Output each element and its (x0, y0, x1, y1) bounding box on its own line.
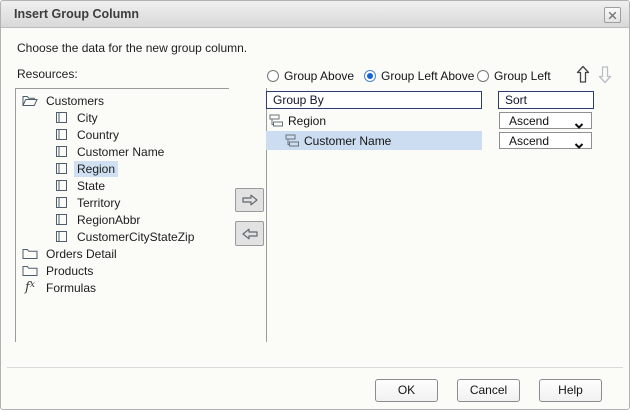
tree-item-label: CustomerCityStateZip (74, 229, 197, 245)
help-button[interactable]: Help (539, 379, 602, 402)
tree-item-label: Country (74, 127, 122, 143)
remove-group-button[interactable] (235, 221, 264, 246)
close-icon (608, 11, 617, 20)
column-icon (53, 111, 69, 124)
close-button[interactable] (604, 7, 621, 23)
folder-open-icon (22, 94, 38, 107)
tree-item-label: Territory (74, 195, 123, 211)
group-row-region[interactable]: Region (266, 111, 482, 130)
tree-item-country[interactable]: Country (16, 126, 229, 143)
column-header-sort: Sort (498, 91, 594, 109)
dialog-titlebar: Insert Group Column (1, 1, 629, 28)
radio-group-left-above[interactable]: Group Left Above (364, 69, 474, 83)
radio-group-above[interactable]: Group Above (267, 69, 354, 83)
column-icon (53, 145, 69, 158)
insert-group-column-dialog: Insert Group Column Choose the data for … (0, 0, 630, 410)
column-icon (53, 179, 69, 192)
tree-item-products[interactable]: Products (16, 262, 229, 279)
tree-item-customers[interactable]: Customers (16, 92, 229, 109)
group-icon (269, 114, 283, 127)
tree-item-territory[interactable]: Territory (16, 194, 229, 211)
group-row-label: Customer Name (304, 134, 391, 148)
sort-select-region[interactable]: Ascend (499, 112, 592, 129)
dialog-instruction: Choose the data for the new group column… (17, 41, 247, 55)
chevron-down-icon (574, 118, 584, 132)
tree-item-label: Orders Detail (43, 246, 120, 262)
tree-item-regionabbr[interactable]: RegionAbbr (16, 211, 229, 228)
fx-icon: fx (22, 280, 38, 295)
move-up-icon (576, 65, 590, 84)
dialog-title: Insert Group Column (14, 1, 139, 27)
folder-closed-icon (22, 248, 38, 260)
tree-item-label: Region (74, 161, 118, 177)
tree-item-formulas[interactable]: fx Formulas (16, 279, 229, 296)
radio-dot (267, 70, 279, 82)
tree-item-region[interactable]: Region (16, 160, 229, 177)
move-down-icon (598, 65, 612, 84)
arrow-left-icon (241, 227, 259, 241)
tree-item-city[interactable]: City (16, 109, 229, 126)
radio-group-left[interactable]: Group Left (477, 69, 551, 83)
radio-label: Group Left (494, 69, 551, 83)
resources-label: Resources: (17, 67, 78, 81)
tree-item-customer-name[interactable]: Customer Name (16, 143, 229, 160)
radio-dot (364, 70, 376, 82)
tree-item-label: Customer Name (74, 144, 167, 160)
tree-item-customercitystatezip[interactable]: CustomerCityStateZip (16, 228, 229, 245)
column-header-group-by: Group By (266, 91, 482, 109)
tree-item-label: Products (43, 263, 96, 279)
move-down-button[interactable] (596, 64, 614, 85)
add-group-button[interactable] (235, 188, 264, 212)
radio-dot (477, 70, 489, 82)
chevron-down-icon (574, 138, 584, 152)
column-icon (53, 128, 69, 141)
move-up-button[interactable] (574, 64, 592, 85)
cancel-button[interactable]: Cancel (457, 379, 520, 402)
tree-item-label: RegionAbbr (74, 212, 143, 228)
footer-separator (7, 367, 623, 368)
tree-item-label: City (74, 110, 101, 126)
column-icon (53, 230, 69, 243)
tree-item-orders-detail[interactable]: Orders Detail (16, 245, 229, 262)
arrow-right-icon (241, 193, 259, 207)
resources-tree: Customers City Country Customer Name Reg… (15, 88, 229, 342)
sort-selected-value: Ascend (509, 114, 549, 128)
sort-select-customer-name[interactable]: Ascend (499, 132, 592, 149)
ok-button[interactable]: OK (375, 379, 438, 402)
group-icon (285, 134, 299, 147)
group-row-label: Region (288, 114, 326, 128)
column-icon (53, 162, 69, 175)
column-icon (53, 213, 69, 226)
sort-selected-value: Ascend (509, 134, 549, 148)
tree-item-state[interactable]: State (16, 177, 229, 194)
tree-item-label: State (74, 178, 108, 194)
column-icon (53, 196, 69, 209)
radio-label: Group Left Above (381, 69, 474, 83)
group-row-customer-name[interactable]: Customer Name (266, 131, 482, 150)
folder-closed-icon (22, 265, 38, 277)
radio-label: Group Above (284, 69, 354, 83)
tree-item-label: Formulas (43, 280, 99, 296)
tree-item-label: Customers (43, 93, 107, 109)
